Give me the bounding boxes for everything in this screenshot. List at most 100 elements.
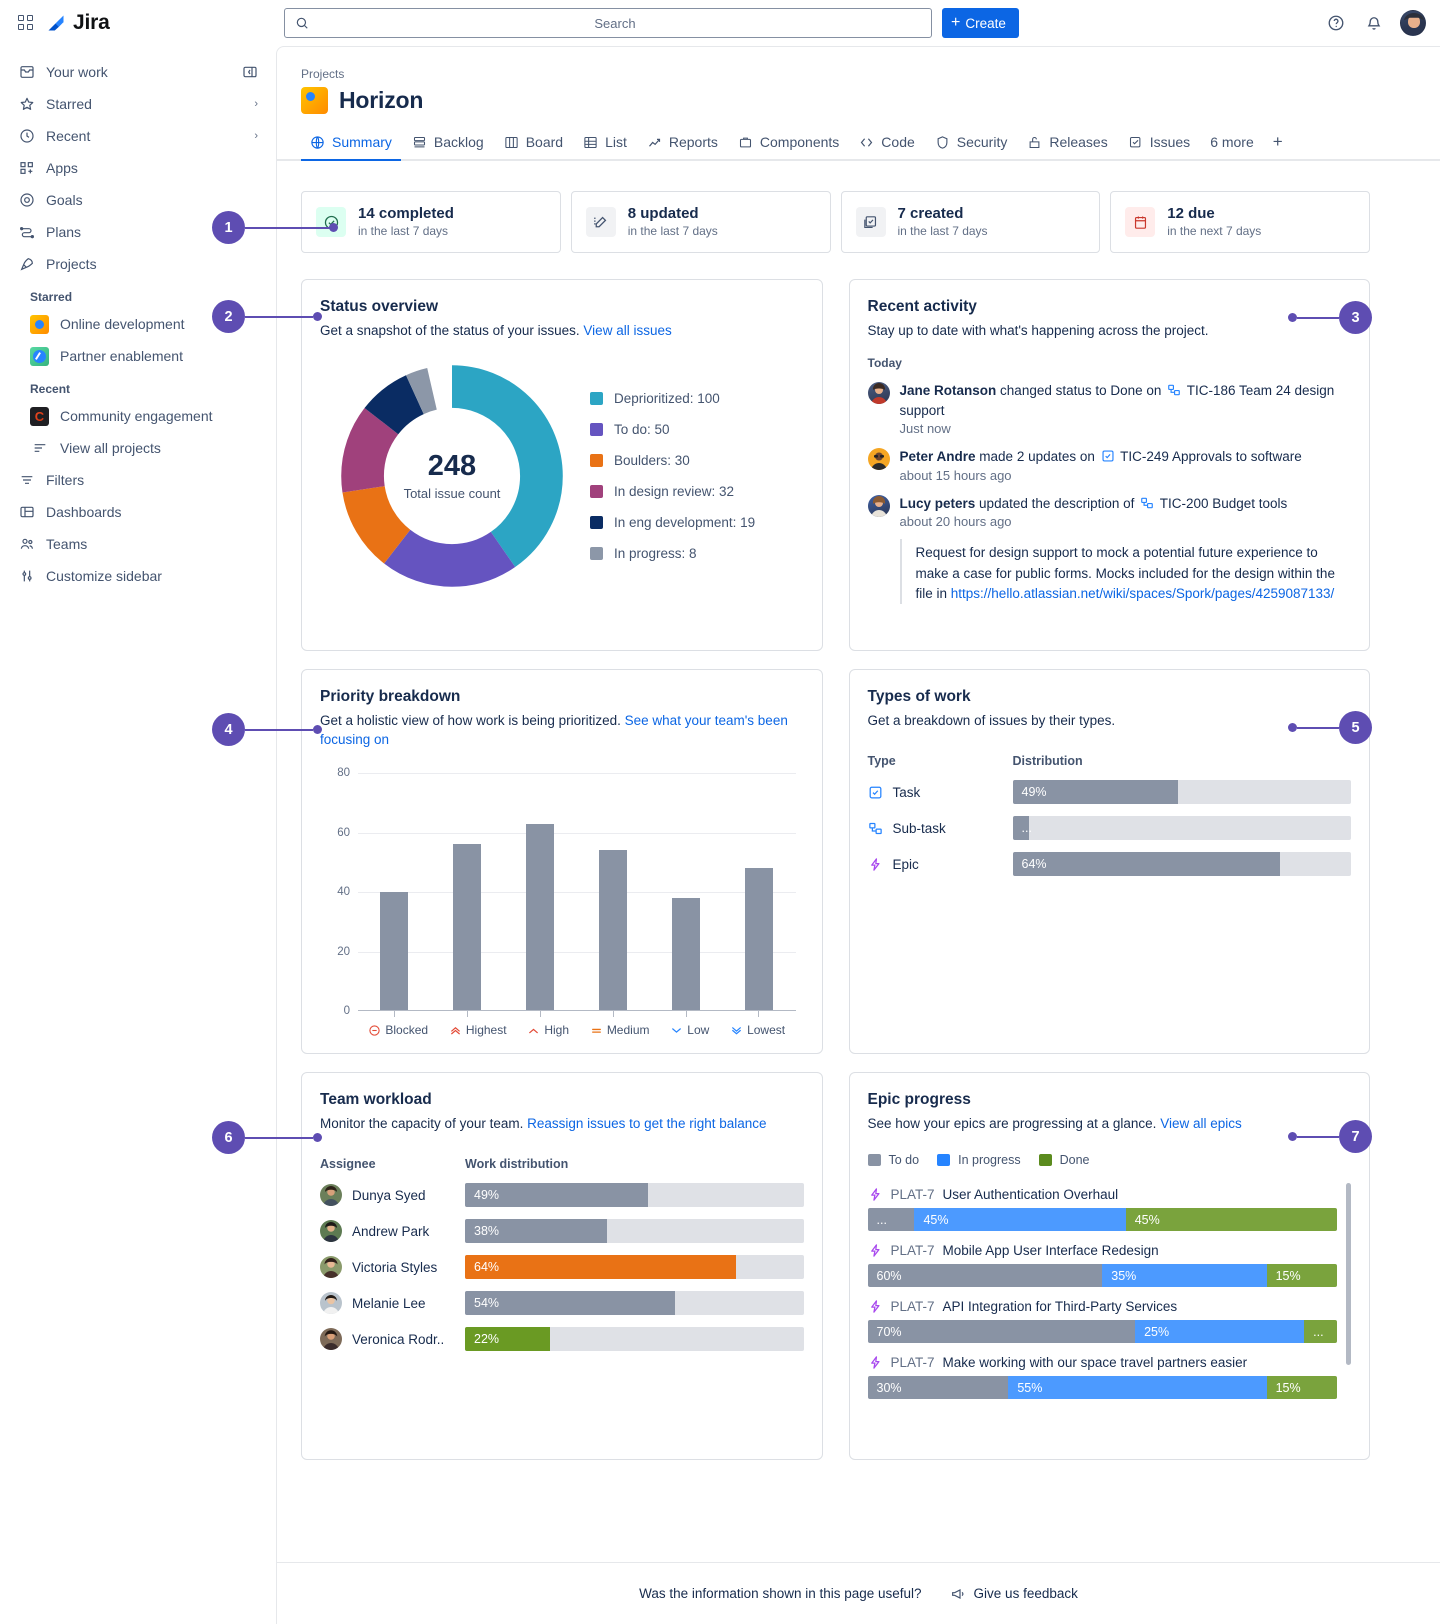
summary-panels: Status overview Get a snapshot of the st… [277,253,1440,1461]
bar-fill: 22% [465,1327,550,1352]
activity-issue-title[interactable]: Approvals to software [1172,449,1302,464]
avatar[interactable] [1400,10,1426,36]
activity-issue-key[interactable]: TIC-186 [1187,383,1236,398]
view-all-epics-link[interactable]: View all epics [1160,1116,1242,1131]
bar-lowest[interactable] [744,868,773,1011]
epic-title-row[interactable]: PLAT-7 User Authentication Overhaul [868,1179,1338,1208]
segment-label: 35% [1111,1268,1137,1283]
sidebar-item-teams[interactable]: Teams [10,528,266,560]
bell-icon[interactable] [1360,9,1388,37]
tab-summary[interactable]: Summary [301,128,401,161]
activity-issue-title[interactable]: Budget tools [1212,496,1287,511]
bar-high[interactable] [526,823,555,1011]
bar-value: ... [1021,821,1032,836]
activity-issue-key[interactable]: TIC-249 [1120,449,1169,464]
tab-releases[interactable]: Releases [1018,128,1116,159]
segment-label: 15% [1275,1268,1301,1283]
callout-number: 5 [1339,711,1372,744]
app-switcher-icon[interactable] [18,14,36,32]
stat-card-created[interactable]: 7 created in the last 7 days [840,191,1101,253]
page-title: Horizon [339,87,424,113]
epic-title-row[interactable]: PLAT-7 API Integration for Third-Party S… [868,1291,1338,1320]
work-bar: 64% [465,1255,804,1280]
help-circle-icon[interactable] [1322,9,1350,37]
y-tick-label: 40 [337,886,350,899]
activity-issue-key[interactable]: TIC-200 [1160,496,1209,511]
create-button[interactable]: + Create [942,8,1019,38]
epic-icon [870,1244,880,1258]
segment-done: 15% [1266,1376,1337,1400]
table-row: Task 49% [868,780,1351,805]
panel-title: Recent activity [867,298,977,315]
stat-card-completed[interactable]: 14 completed in the last 7 days [301,191,561,253]
bar-value: 49% [474,1188,500,1203]
sidebar-item-customize-sidebar[interactable]: Customize sidebar [10,560,266,592]
x-label-high: High [527,1023,569,1037]
segment-label: 60% [876,1268,902,1283]
chevron-right-icon[interactable]: › [254,98,258,110]
epic-title-row[interactable]: PLAT-7 Mobile App User Interface Redesig… [868,1235,1338,1264]
activity-item: Peter Andre made 2 updates on TIC-249 Ap… [867,447,1352,483]
chevron-right-icon[interactable]: › [254,130,258,142]
sidebar-item-label: Your work [46,64,108,80]
tab-issues[interactable]: Issues [1119,128,1199,159]
give-feedback-button[interactable]: Give us feedback [950,1586,1078,1602]
activity-action: made 2 updates on [979,449,1095,465]
collapse-panel-icon[interactable] [241,64,258,81]
epic-list-scrollbar[interactable] [1346,1183,1351,1366]
project-header: Horizon [277,81,1440,114]
table-row: Dunya Syed 49% [320,1183,804,1208]
tab-components[interactable]: Components [729,128,848,159]
panel-desc-text: See how your epics are progressing at a … [867,1116,1157,1132]
types-table-header: Type Distribution [868,754,1352,768]
reassign-issues-link[interactable]: Reassign issues to get the right balance [527,1116,766,1131]
sidebar-item-starred[interactable]: Starred › [10,88,266,120]
sidebar-item-your-work[interactable]: Your work [10,56,266,88]
workload-table-header: Assignee Work distribution [320,1157,804,1171]
priority-high-icon [529,1028,539,1034]
bar-medium[interactable] [599,850,628,1011]
page-footer: Was the information shown in this page u… [277,1562,1440,1624]
tab-label: Code [881,134,915,150]
sidebar-item-apps[interactable]: Apps [10,152,266,184]
epic-key: PLAT-7 [890,1355,935,1371]
bar-highest[interactable] [453,844,482,1011]
tab-backlog[interactable]: Backlog [403,128,493,159]
sidebar-view-all-projects[interactable]: View all projects [10,432,266,464]
sidebar-project-partner-enablement[interactable]: Partner enablement [10,340,266,372]
breadcrumb[interactable]: Projects [277,47,1440,81]
activity-author[interactable]: Lucy peters [900,496,976,511]
sidebar-item-filters[interactable]: Filters [10,464,266,496]
sidebar-item-dashboards[interactable]: Dashboards [10,496,266,528]
tab-security[interactable]: Security [926,128,1017,159]
copy-check-icon [855,207,886,237]
tab-reports[interactable]: Reports [638,128,727,159]
search-input[interactable]: Search [284,8,932,38]
tab-list[interactable]: List [574,128,636,159]
bar-low[interactable] [672,897,701,1011]
legend-item-done: Done [1038,1153,1090,1167]
stat-card-updated[interactable]: 8 updated in the last 7 days [570,191,831,253]
assignee-cell: Veronica Rodr.. [320,1328,465,1351]
legend-item: In design review: 32 [590,484,755,499]
tab-board[interactable]: Board [495,128,572,159]
activity-author[interactable]: Peter Andre [900,449,976,464]
bar-blocked[interactable] [380,891,409,1011]
activity-author[interactable]: Jane Rotanson [900,383,997,398]
sidebar-item-recent[interactable]: Recent › [10,120,266,152]
activity-quote-link[interactable]: https://hello.atlassian.net/wiki/spaces/… [951,586,1335,601]
sidebar-project-community-engagement[interactable]: Community engagement [10,400,266,432]
sidebar-item-projects[interactable]: Projects [10,248,266,280]
bar-fill: 64% [1012,852,1280,877]
activity-quote: Request for design support to mock a pot… [899,539,1352,605]
stat-card-due[interactable]: 12 due in the next 7 days [1110,191,1370,253]
epic-list[interactable]: PLAT-7 User Authentication Overhaul ... … [867,1179,1351,1411]
jira-home-link[interactable]: Jira [46,11,110,35]
add-tab-button[interactable]: + [1265,129,1291,159]
assignee-cell: Melanie Lee [320,1292,465,1315]
epic-title-row[interactable]: PLAT-7 Make working with our space trave… [868,1347,1338,1376]
tab-more[interactable]: 6 more [1201,128,1263,159]
tab-code[interactable]: Code [850,128,923,159]
view-all-issues-link[interactable]: View all issues [583,323,671,338]
total-issue-count: 248 [427,449,477,482]
